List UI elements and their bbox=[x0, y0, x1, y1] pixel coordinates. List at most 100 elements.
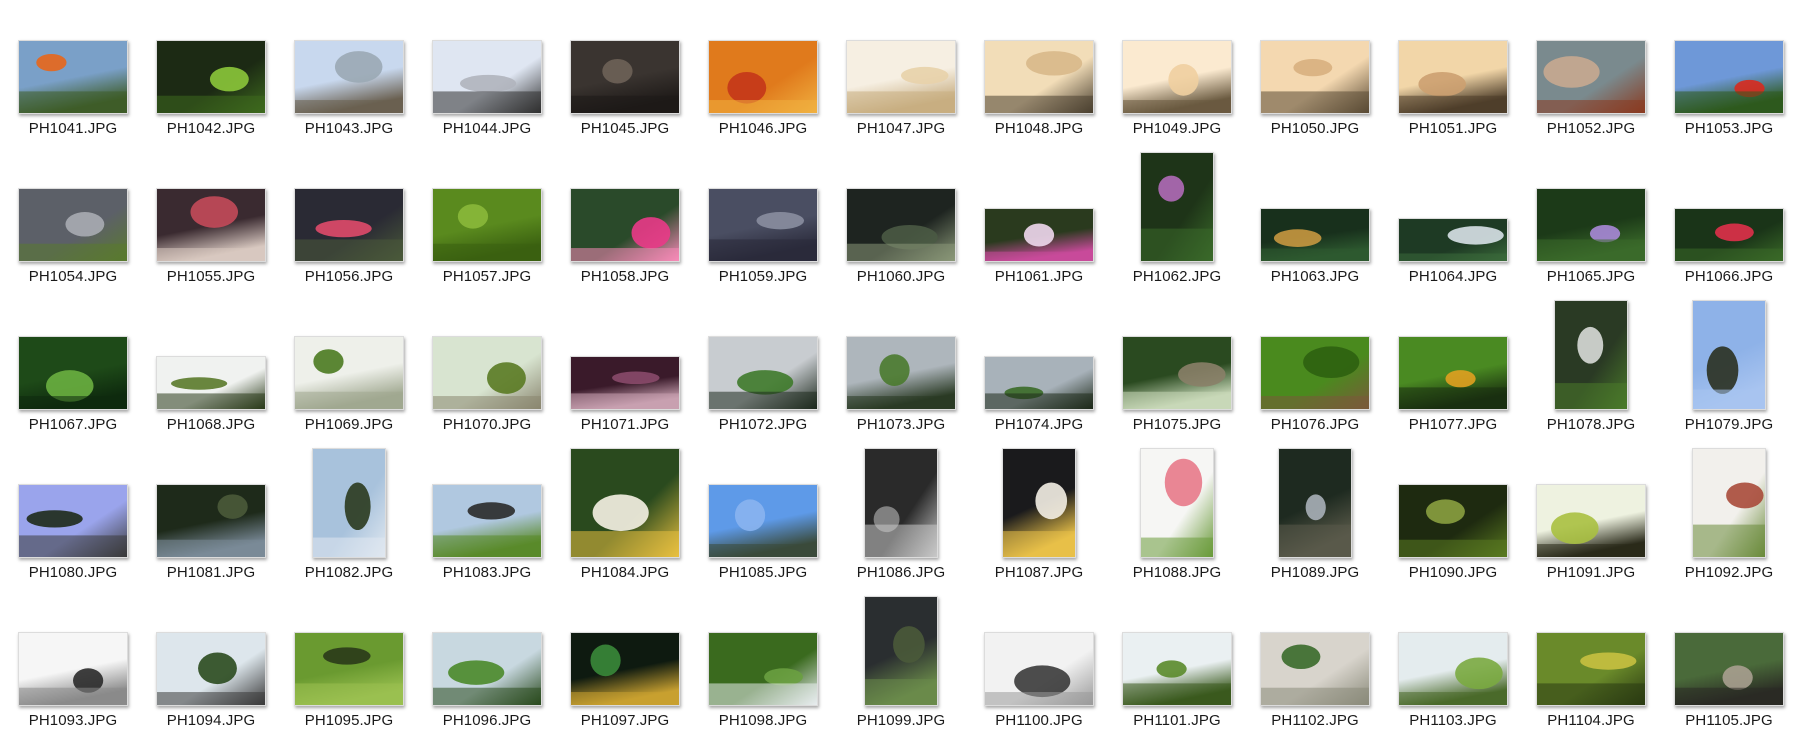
file-item[interactable]: PH1071.JPG bbox=[556, 296, 694, 444]
file-item[interactable]: PH1058.JPG bbox=[556, 148, 694, 296]
image-thumbnail[interactable] bbox=[18, 188, 128, 262]
file-item[interactable]: PH1074.JPG bbox=[970, 296, 1108, 444]
file-item[interactable]: PH1046.JPG bbox=[694, 0, 832, 148]
image-thumbnail[interactable] bbox=[864, 596, 938, 706]
image-thumbnail[interactable] bbox=[18, 484, 128, 558]
file-item[interactable]: PH1077.JPG bbox=[1384, 296, 1522, 444]
file-item[interactable]: PH1098.JPG bbox=[694, 592, 832, 740]
image-thumbnail[interactable] bbox=[432, 188, 542, 262]
image-thumbnail[interactable] bbox=[1122, 336, 1232, 410]
image-thumbnail[interactable] bbox=[432, 484, 542, 558]
image-thumbnail[interactable] bbox=[984, 356, 1094, 410]
image-thumbnail[interactable] bbox=[1260, 336, 1370, 410]
image-thumbnail[interactable] bbox=[570, 632, 680, 706]
image-thumbnail[interactable] bbox=[18, 40, 128, 114]
file-item[interactable]: PH1100.JPG bbox=[970, 592, 1108, 740]
image-thumbnail[interactable] bbox=[1692, 300, 1766, 410]
file-item[interactable]: PH1089.JPG bbox=[1246, 444, 1384, 592]
file-item[interactable]: PH1062.JPG bbox=[1108, 148, 1246, 296]
image-thumbnail[interactable] bbox=[294, 632, 404, 706]
image-thumbnail[interactable] bbox=[18, 336, 128, 410]
image-thumbnail[interactable] bbox=[708, 40, 818, 114]
image-thumbnail[interactable] bbox=[708, 484, 818, 558]
image-thumbnail[interactable] bbox=[1674, 632, 1784, 706]
file-item[interactable]: PH1080.JPG bbox=[4, 444, 142, 592]
image-thumbnail[interactable] bbox=[432, 336, 542, 410]
file-item[interactable]: PH1101.JPG bbox=[1108, 592, 1246, 740]
file-item[interactable]: PH1072.JPG bbox=[694, 296, 832, 444]
image-thumbnail[interactable] bbox=[1536, 40, 1646, 114]
image-thumbnail[interactable] bbox=[1536, 632, 1646, 706]
image-thumbnail[interactable] bbox=[864, 448, 938, 558]
image-thumbnail[interactable] bbox=[1398, 40, 1508, 114]
image-thumbnail[interactable] bbox=[294, 336, 404, 410]
image-thumbnail[interactable] bbox=[1554, 300, 1628, 410]
file-item[interactable]: PH1095.JPG bbox=[280, 592, 418, 740]
image-thumbnail[interactable] bbox=[156, 40, 266, 114]
file-item[interactable]: PH1105.JPG bbox=[1660, 592, 1796, 740]
file-item[interactable]: PH1045.JPG bbox=[556, 0, 694, 148]
file-item[interactable]: PH1061.JPG bbox=[970, 148, 1108, 296]
image-thumbnail[interactable] bbox=[984, 208, 1094, 262]
file-item[interactable]: PH1050.JPG bbox=[1246, 0, 1384, 148]
file-item[interactable]: PH1064.JPG bbox=[1384, 148, 1522, 296]
file-item[interactable]: PH1055.JPG bbox=[142, 148, 280, 296]
image-thumbnail[interactable] bbox=[1674, 208, 1784, 262]
file-item[interactable]: PH1078.JPG bbox=[1522, 296, 1660, 444]
file-item[interactable]: PH1087.JPG bbox=[970, 444, 1108, 592]
image-thumbnail[interactable] bbox=[1398, 484, 1508, 558]
file-item[interactable]: PH1052.JPG bbox=[1522, 0, 1660, 148]
file-item[interactable]: PH1067.JPG bbox=[4, 296, 142, 444]
image-thumbnail[interactable] bbox=[1140, 448, 1214, 558]
file-item[interactable]: PH1048.JPG bbox=[970, 0, 1108, 148]
file-item[interactable]: PH1083.JPG bbox=[418, 444, 556, 592]
image-thumbnail[interactable] bbox=[846, 40, 956, 114]
file-item[interactable]: PH1049.JPG bbox=[1108, 0, 1246, 148]
image-thumbnail[interactable] bbox=[708, 336, 818, 410]
image-thumbnail[interactable] bbox=[708, 188, 818, 262]
image-thumbnail[interactable] bbox=[570, 356, 680, 410]
image-thumbnail[interactable] bbox=[1692, 448, 1766, 558]
file-item[interactable]: PH1079.JPG bbox=[1660, 296, 1796, 444]
image-thumbnail[interactable] bbox=[18, 632, 128, 706]
file-item[interactable]: PH1091.JPG bbox=[1522, 444, 1660, 592]
file-item[interactable]: PH1103.JPG bbox=[1384, 592, 1522, 740]
file-item[interactable]: PH1081.JPG bbox=[142, 444, 280, 592]
image-thumbnail[interactable] bbox=[312, 448, 386, 558]
image-thumbnail[interactable] bbox=[294, 40, 404, 114]
image-thumbnail[interactable] bbox=[846, 336, 956, 410]
file-item[interactable]: PH1041.JPG bbox=[4, 0, 142, 148]
file-item[interactable]: PH1090.JPG bbox=[1384, 444, 1522, 592]
file-item[interactable]: PH1063.JPG bbox=[1246, 148, 1384, 296]
file-item[interactable]: PH1086.JPG bbox=[832, 444, 970, 592]
file-item[interactable]: PH1104.JPG bbox=[1522, 592, 1660, 740]
file-item[interactable]: PH1047.JPG bbox=[832, 0, 970, 148]
file-item[interactable]: PH1102.JPG bbox=[1246, 592, 1384, 740]
file-item[interactable]: PH1093.JPG bbox=[4, 592, 142, 740]
image-thumbnail[interactable] bbox=[708, 632, 818, 706]
image-thumbnail[interactable] bbox=[570, 188, 680, 262]
image-thumbnail[interactable] bbox=[156, 188, 266, 262]
image-thumbnail[interactable] bbox=[846, 188, 956, 262]
file-item[interactable]: PH1082.JPG bbox=[280, 444, 418, 592]
image-thumbnail[interactable] bbox=[1260, 632, 1370, 706]
image-thumbnail[interactable] bbox=[156, 356, 266, 410]
image-thumbnail[interactable] bbox=[1140, 152, 1214, 262]
file-item[interactable]: PH1073.JPG bbox=[832, 296, 970, 444]
file-item[interactable]: PH1084.JPG bbox=[556, 444, 694, 592]
image-thumbnail[interactable] bbox=[1260, 208, 1370, 262]
image-thumbnail[interactable] bbox=[1398, 218, 1508, 262]
file-item[interactable]: PH1076.JPG bbox=[1246, 296, 1384, 444]
image-thumbnail[interactable] bbox=[1002, 448, 1076, 558]
image-thumbnail[interactable] bbox=[1260, 40, 1370, 114]
image-thumbnail[interactable] bbox=[1536, 188, 1646, 262]
file-item[interactable]: PH1059.JPG bbox=[694, 148, 832, 296]
image-thumbnail[interactable] bbox=[1278, 448, 1352, 558]
file-item[interactable]: PH1056.JPG bbox=[280, 148, 418, 296]
file-item[interactable]: PH1097.JPG bbox=[556, 592, 694, 740]
file-item[interactable]: PH1042.JPG bbox=[142, 0, 280, 148]
file-item[interactable]: PH1070.JPG bbox=[418, 296, 556, 444]
image-thumbnail[interactable] bbox=[432, 632, 542, 706]
file-item[interactable]: PH1043.JPG bbox=[280, 0, 418, 148]
file-item[interactable]: PH1053.JPG bbox=[1660, 0, 1796, 148]
